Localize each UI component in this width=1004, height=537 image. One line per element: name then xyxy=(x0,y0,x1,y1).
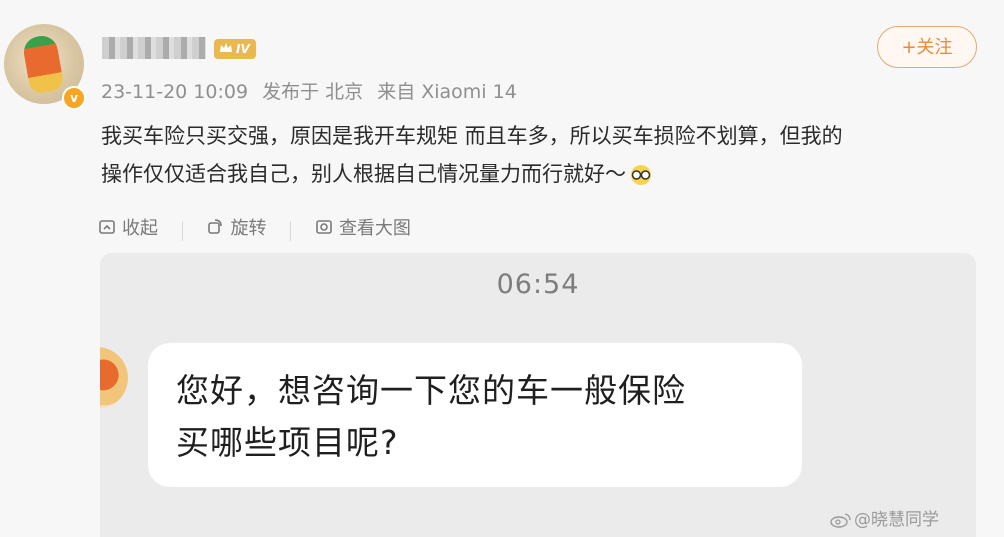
follow-button[interactable]: +关注 xyxy=(877,26,977,68)
weibo-watermark: @晓慧同学 xyxy=(830,505,939,530)
chat-message-line-2: 买哪些项目呢? xyxy=(176,423,399,462)
crown-icon xyxy=(220,43,232,52)
collapse-action[interactable]: 收起 xyxy=(98,214,158,240)
post-content-line-2-text: 操作仅仅适合我自己，别人根据自己情况量力而行就好～ xyxy=(101,162,626,186)
divider xyxy=(181,221,183,241)
post-meta: 23-11-20 10:09 发布于 北京 来自 Xiaomi 14 xyxy=(101,77,525,104)
post-image-chat-screenshot[interactable]: 06:54 您好，想咨询一下您的车一般保险 买哪些项目呢? xyxy=(100,253,976,537)
view-large-label: 查看大图 xyxy=(338,218,411,239)
chat-sender-avatar xyxy=(100,347,128,409)
level-text: IV xyxy=(236,42,250,56)
user-level-badge: IV xyxy=(214,39,256,59)
collapse-label: 收起 xyxy=(122,218,158,239)
view-large-icon xyxy=(316,220,332,234)
collapse-icon xyxy=(99,220,115,234)
image-actions: 收起 旋转 查看大图 xyxy=(98,214,411,241)
watermark-text: @晓慧同学 xyxy=(854,510,939,530)
rotate-action[interactable]: 旋转 xyxy=(206,214,266,240)
weibo-post: v IV 23-11-20 10:09 发布于 北京 来自 Xiaomi 14 … xyxy=(0,0,1004,537)
post-source: 来自 Xiaomi 14 xyxy=(377,81,517,103)
username-blurred[interactable] xyxy=(102,37,206,59)
chat-message-line-1: 您好，想咨询一下您的车一般保险 xyxy=(176,371,686,410)
verified-icon: v xyxy=(62,86,86,110)
post-datetime: 23-11-20 10:09 xyxy=(101,81,249,103)
chat-message-bubble: 您好，想咨询一下您的车一般保险 买哪些项目呢? xyxy=(148,343,802,487)
avatar-carrot-illustration xyxy=(21,33,65,95)
post-location: 发布于 北京 xyxy=(262,81,364,103)
chat-timestamp: 06:54 xyxy=(496,269,580,300)
divider xyxy=(290,221,292,241)
chat-message-text: 您好，想咨询一下您的车一般保险 买哪些项目呢? xyxy=(176,365,786,469)
weibo-logo-icon xyxy=(830,513,851,528)
post-content: 我买车险只买交强，原因是我开车规矩 而且车多，所以买车损险不划算，但我的 操作仅… xyxy=(101,117,981,193)
glasses-emoji-icon xyxy=(631,165,651,185)
post-content-line-2: 操作仅仅适合我自己，别人根据自己情况量力而行就好～ xyxy=(101,155,981,193)
rotate-icon xyxy=(208,219,223,234)
rotate-label: 旋转 xyxy=(230,218,267,239)
view-large-action[interactable]: 查看大图 xyxy=(315,214,411,240)
post-content-line-1: 我买车险只买交强，原因是我开车规矩 而且车多，所以买车损险不划算，但我的 xyxy=(101,124,843,148)
